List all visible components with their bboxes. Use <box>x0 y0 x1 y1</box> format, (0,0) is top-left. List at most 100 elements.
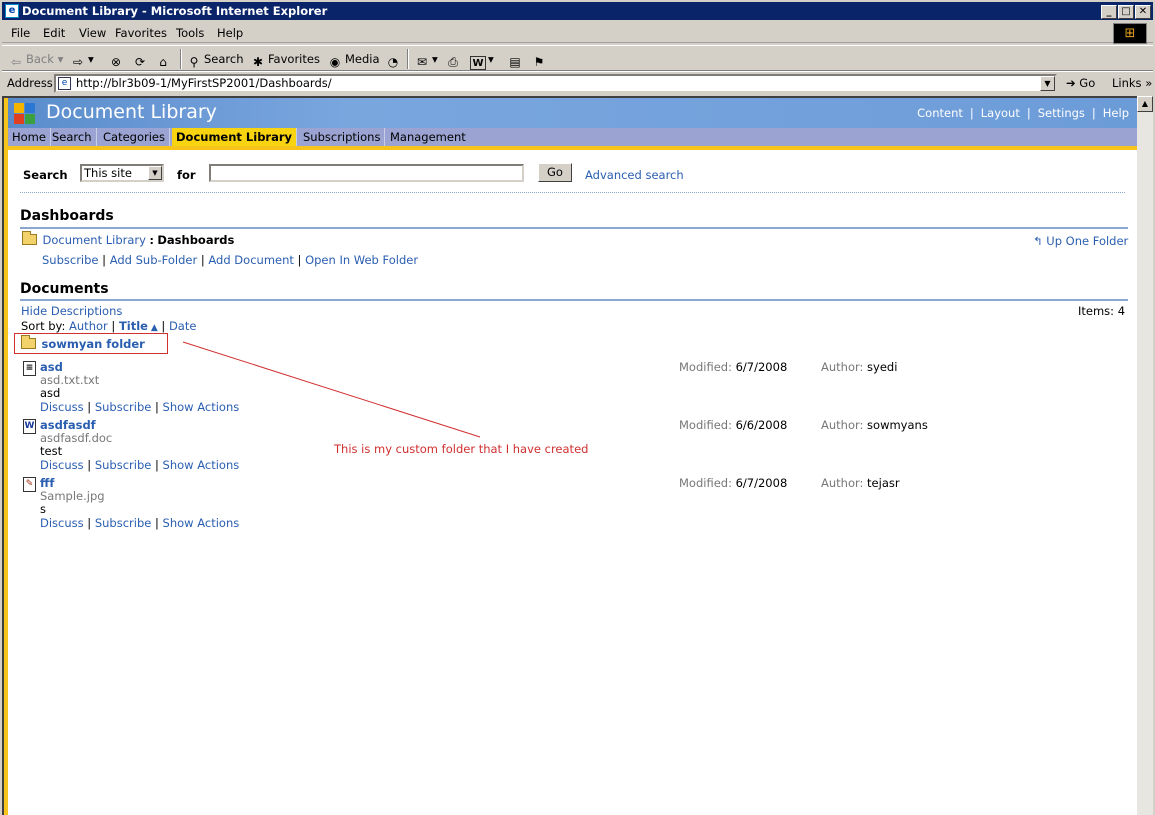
chevron-right-icon: » <box>1145 76 1153 90</box>
nav-search[interactable]: Search <box>48 128 97 146</box>
go-arrow-icon: ➔ <box>1066 76 1076 90</box>
windows-logo-icon: ⊞ <box>1113 23 1147 44</box>
messenger-icon: ⚑ <box>533 55 545 69</box>
top-link-help[interactable]: Help <box>1103 106 1129 120</box>
doc-filename: Sample.jpg <box>40 489 105 503</box>
forward-button[interactable]: ⇨ ▾ <box>70 50 94 69</box>
history-button[interactable]: ◔ <box>385 50 403 69</box>
doc-author: Author: tejasr <box>821 476 900 490</box>
menu-edit[interactable]: Edit <box>43 26 65 40</box>
menu-file[interactable]: File <box>11 26 30 40</box>
minimize-button[interactable]: _ <box>1101 5 1117 19</box>
discuss-icon: ▤ <box>509 55 521 69</box>
nav-subscriptions[interactable]: Subscriptions <box>299 128 386 146</box>
doc-title-link[interactable]: asdfasdf <box>40 418 96 432</box>
doc-actions: Discuss | Subscribe | Show Actions <box>40 516 240 530</box>
address-label: Address <box>7 76 53 90</box>
doc-filename: asdfasdf.doc <box>40 431 113 445</box>
media-button[interactable]: ◉ Media <box>327 50 380 69</box>
mail-button[interactable]: ✉ ▾ <box>414 50 438 69</box>
menu-bar: File Edit View Favorites Tools Help ⊞ <box>2 22 1153 44</box>
address-input[interactable]: e http://blr3b09-1/MyFirstSP2001/Dashboa… <box>54 74 1057 93</box>
edit-button[interactable]: W ▾ <box>470 50 494 70</box>
subscribe-link[interactable]: Subscribe <box>95 516 152 530</box>
top-link-layout[interactable]: Layout <box>981 106 1020 120</box>
top-link-content[interactable]: Content <box>917 106 963 120</box>
doc-modified: Modified: 6/7/2008 <box>679 476 788 490</box>
toolbar-separator <box>180 49 182 69</box>
word-doc-icon: W <box>23 419 36 434</box>
doc-title-link[interactable]: fff <box>40 476 54 490</box>
links-button[interactable]: Links » <box>1112 76 1152 90</box>
top-link-settings[interactable]: Settings <box>1038 106 1085 120</box>
print-button[interactable]: ⎙ <box>445 50 463 69</box>
back-button[interactable]: ⇦ Back ▾ <box>8 50 63 69</box>
doc-actions: Discuss | Subscribe | Show Actions <box>40 400 240 414</box>
top-links: Content | Layout | Settings | Help <box>917 106 1129 120</box>
doc-filename: asd.txt.txt <box>40 373 100 387</box>
toolbar: ⇦ Back ▾ ⇨ ▾ ⊗ ⟳ ⌂ ⚲ Search ✱ Favorites ◉ Med… <box>2 45 1153 71</box>
show-actions-link[interactable]: Show Actions <box>163 516 240 530</box>
messenger-button[interactable]: ⚑ <box>531 50 549 69</box>
stop-icon: ⊗ <box>110 55 122 69</box>
subscribe-link[interactable]: Subscribe <box>95 400 152 414</box>
doc-title-link[interactable]: asd <box>40 360 63 374</box>
doc-description: test <box>40 444 63 458</box>
refresh-icon: ⟳ <box>134 55 146 69</box>
menu-tools[interactable]: Tools <box>176 26 204 40</box>
menu-help[interactable]: Help <box>217 26 243 40</box>
search-icon: ⚲ <box>189 55 199 69</box>
media-icon: ◉ <box>329 55 341 69</box>
show-actions-link[interactable]: Show Actions <box>163 458 240 472</box>
stop-button[interactable]: ⊗ <box>108 50 126 69</box>
sharepoint-logo-icon <box>14 103 36 125</box>
browser-window: e Document Library - Microsoft Internet … <box>0 0 1155 815</box>
close-button[interactable]: ✕ <box>1135 5 1151 19</box>
doc-modified: Modified: 6/6/2008 <box>679 418 788 432</box>
nav-home[interactable]: Home <box>8 128 51 146</box>
site-title: Document Library <box>46 101 217 123</box>
toolbar-separator <box>407 49 409 69</box>
nav-document-library[interactable]: Document Library <box>172 128 298 146</box>
discuss-button[interactable]: ▤ <box>507 50 525 69</box>
favorites-icon: ✱ <box>252 55 264 69</box>
doc-description: s <box>40 502 46 516</box>
discuss-link[interactable]: Discuss <box>40 400 84 414</box>
home-button[interactable]: ⌂ <box>155 50 173 69</box>
page-icon: e <box>58 77 71 90</box>
image-file-icon: ✎ <box>23 477 36 492</box>
ie-icon: e <box>5 4 19 18</box>
nav-management[interactable]: Management <box>386 128 470 146</box>
address-go-button[interactable]: ➔ Go <box>1066 76 1095 90</box>
doc-author: Author: syedi <box>821 360 898 374</box>
menu-favorites[interactable]: Favorites <box>115 26 167 40</box>
search-button[interactable]: ⚲ Search <box>186 50 244 69</box>
forward-arrow-icon: ⇨ <box>72 55 84 69</box>
discuss-link[interactable]: Discuss <box>40 458 84 472</box>
address-dropdown-icon[interactable]: ▼ <box>1040 76 1055 91</box>
subscribe-link[interactable]: Subscribe <box>95 458 152 472</box>
doc-actions: Discuss | Subscribe | Show Actions <box>40 458 240 472</box>
menu-view[interactable]: View <box>79 26 106 40</box>
show-actions-link[interactable]: Show Actions <box>163 400 240 414</box>
vertical-scrollbar[interactable]: ▲ <box>1137 96 1153 815</box>
address-bar: Address e http://blr3b09-1/MyFirstSP2001… <box>2 71 1153 95</box>
title-bar: e Document Library - Microsoft Internet … <box>2 2 1153 20</box>
doc-description: asd <box>40 386 61 400</box>
scroll-up-icon[interactable]: ▲ <box>1137 96 1153 112</box>
page-viewport: Document Library Content | Layout | Settings… <box>2 96 1137 815</box>
address-url: http://blr3b09-1/MyFirstSP2001/Dashboard… <box>76 76 332 90</box>
window-title: Document Library - Microsoft Internet Ex… <box>22 4 328 18</box>
doc-author: Author: sowmyans <box>821 418 928 432</box>
annotation-arrow <box>182 341 481 438</box>
print-icon: ⎙ <box>448 55 458 69</box>
home-icon: ⌂ <box>159 55 167 69</box>
maximize-button[interactable]: □ <box>1118 5 1134 19</box>
text-file-icon: ≡ <box>23 361 36 376</box>
discuss-link[interactable]: Discuss <box>40 516 84 530</box>
nav-categories[interactable]: Categories <box>99 128 170 146</box>
refresh-button[interactable]: ⟳ <box>132 50 150 69</box>
annotation-text: This is my custom folder that I have cre… <box>334 442 589 456</box>
history-icon: ◔ <box>387 55 399 69</box>
favorites-button[interactable]: ✱ Favorites <box>250 50 320 69</box>
